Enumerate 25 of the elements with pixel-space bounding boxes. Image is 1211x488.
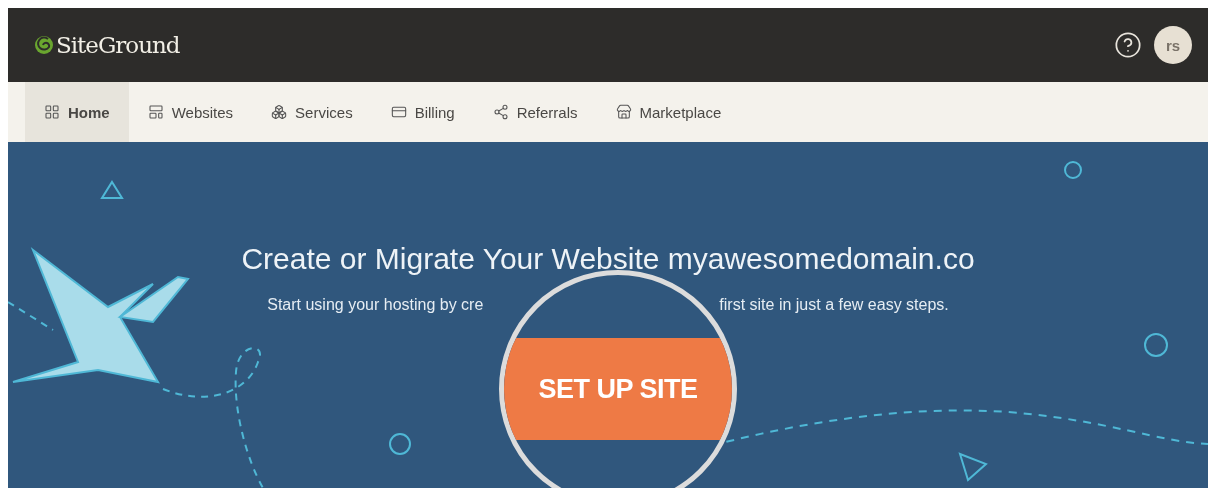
nav-tab[interactable]: Marketplace bbox=[596, 82, 741, 142]
grid-icon bbox=[44, 104, 60, 120]
nav-tab[interactable]: Referrals bbox=[473, 82, 597, 142]
ring-icon bbox=[1064, 161, 1082, 179]
dashed-line bbox=[8, 301, 54, 331]
store-icon bbox=[615, 104, 632, 120]
layout-icon bbox=[147, 104, 164, 120]
ring-icon bbox=[389, 433, 411, 455]
triangle-icon bbox=[958, 452, 988, 482]
hero-subtitle: first site in just a few easy steps. bbox=[719, 296, 949, 314]
logo-icon bbox=[34, 34, 54, 56]
hero-subtitle: Start using your hosting by cre bbox=[267, 296, 484, 314]
nav-tab[interactable]: Services bbox=[252, 82, 372, 142]
nav-tab[interactable]: Home bbox=[25, 82, 129, 142]
nav-tab[interactable]: Billing bbox=[371, 82, 474, 142]
share-icon bbox=[492, 104, 509, 120]
nav-tab[interactable]: Websites bbox=[128, 82, 253, 142]
hero-title: Create or Migrate Your Website myawesomedomain.co bbox=[241, 242, 975, 276]
boxes-icon bbox=[271, 104, 288, 120]
help-icon[interactable] bbox=[1114, 31, 1142, 59]
user-avatar[interactable]: rs bbox=[1154, 26, 1192, 64]
triangle-icon bbox=[100, 180, 124, 199]
ring-icon bbox=[1144, 333, 1168, 357]
credit-card-icon bbox=[390, 104, 407, 120]
logo-text[interactable]: SiteGround bbox=[56, 32, 180, 58]
